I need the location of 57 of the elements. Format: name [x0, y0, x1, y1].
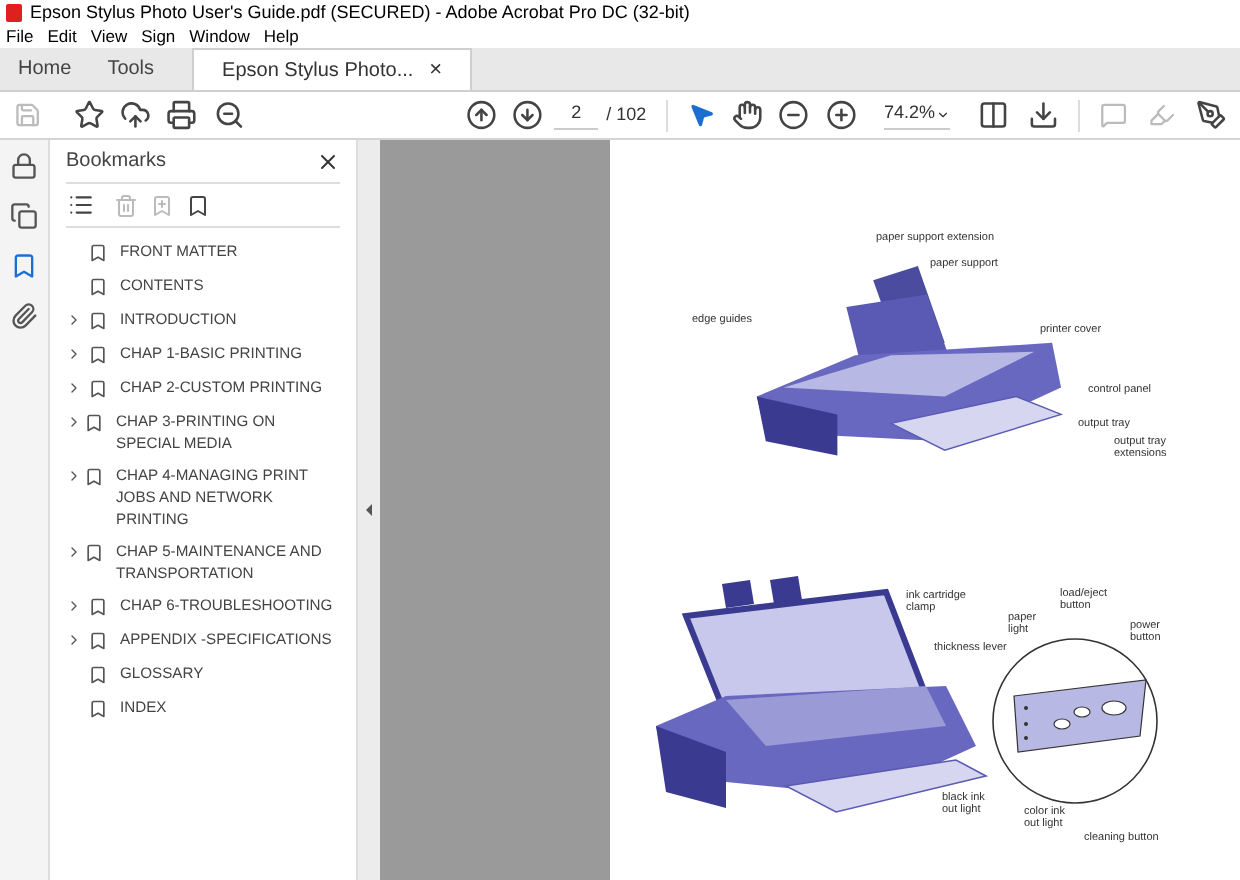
tab[interactable]: Home: [0, 48, 90, 90]
sign-pen-icon[interactable]: [1195, 98, 1226, 132]
bookmark-icon: [84, 541, 104, 563]
bookmark-icon: [88, 275, 108, 297]
bookmark-icon: [88, 309, 108, 331]
previous-page-icon[interactable]: [466, 98, 498, 132]
bookmark-icon: [88, 343, 108, 365]
expand-icon[interactable]: [66, 467, 82, 483]
pointer-icon[interactable]: [688, 100, 716, 130]
bookmark-icon: [88, 595, 108, 617]
zoom-out-search-icon[interactable]: [213, 98, 245, 132]
bookmark-icon: [84, 411, 105, 433]
zoom-out-icon[interactable]: [778, 98, 810, 132]
hand-icon[interactable]: [731, 98, 763, 132]
options-menu-icon[interactable]: [68, 192, 94, 218]
page-number-field[interactable]: 2: [554, 100, 599, 130]
close-icon[interactable]: [316, 149, 340, 173]
expand-icon[interactable]: [66, 413, 82, 429]
menu-item[interactable]: Window: [189, 27, 250, 45]
window-title: Epson Stylus Photo User's Guide.pdf (SECURED) - Adobe Acrobat Pro DC (32-bit): [30, 3, 690, 21]
cloud-upload-icon[interactable]: [120, 98, 151, 132]
expand-icon[interactable]: [66, 379, 82, 395]
next-page-icon[interactable]: [511, 98, 543, 132]
caret-icon: [935, 107, 950, 121]
bookmark-icon: [88, 377, 108, 399]
zoom-dropdown[interactable]: 74.2%: [883, 100, 950, 130]
lock-icon[interactable]: [10, 152, 38, 180]
expand-icon[interactable]: [66, 311, 82, 327]
pages-icon[interactable]: [10, 202, 38, 230]
bookmark-icon: [84, 465, 104, 487]
bookmark-icon: [88, 241, 108, 263]
menu-item[interactable]: View: [90, 27, 128, 45]
collapse-arrow-icon[interactable]: [366, 504, 372, 516]
tab[interactable]: Epson Stylus Photo... ×: [192, 48, 473, 90]
app-logo-icon: [6, 3, 22, 21]
expand-icon[interactable]: [66, 597, 82, 613]
star-icon[interactable]: [73, 98, 105, 132]
page-layout-icon[interactable]: [977, 98, 1009, 132]
menu-item[interactable]: Edit: [47, 27, 77, 45]
panel-title: Bookmarks: [66, 148, 167, 176]
menu-item[interactable]: File: [6, 27, 34, 45]
page-count: / 102: [606, 101, 647, 128]
expand-icon[interactable]: [66, 543, 82, 559]
clip-icon[interactable]: [10, 302, 38, 330]
bookmark-icon: [88, 629, 108, 651]
close-tab-icon[interactable]: ×: [429, 59, 443, 81]
menu-item[interactable]: Sign: [141, 27, 176, 45]
bookmark-icon: [88, 697, 108, 719]
bookmark-icon[interactable]: [10, 252, 38, 280]
tab[interactable]: Tools: [89, 48, 173, 90]
zoom-in-icon[interactable]: [825, 98, 856, 132]
expand-icon[interactable]: [66, 345, 82, 361]
print-icon[interactable]: [166, 98, 198, 132]
expand-icon[interactable]: [66, 631, 82, 647]
bookmark-icon[interactable]: [186, 193, 210, 217]
bookmark-icon: [88, 663, 108, 685]
menu-item[interactable]: Help: [263, 27, 299, 45]
